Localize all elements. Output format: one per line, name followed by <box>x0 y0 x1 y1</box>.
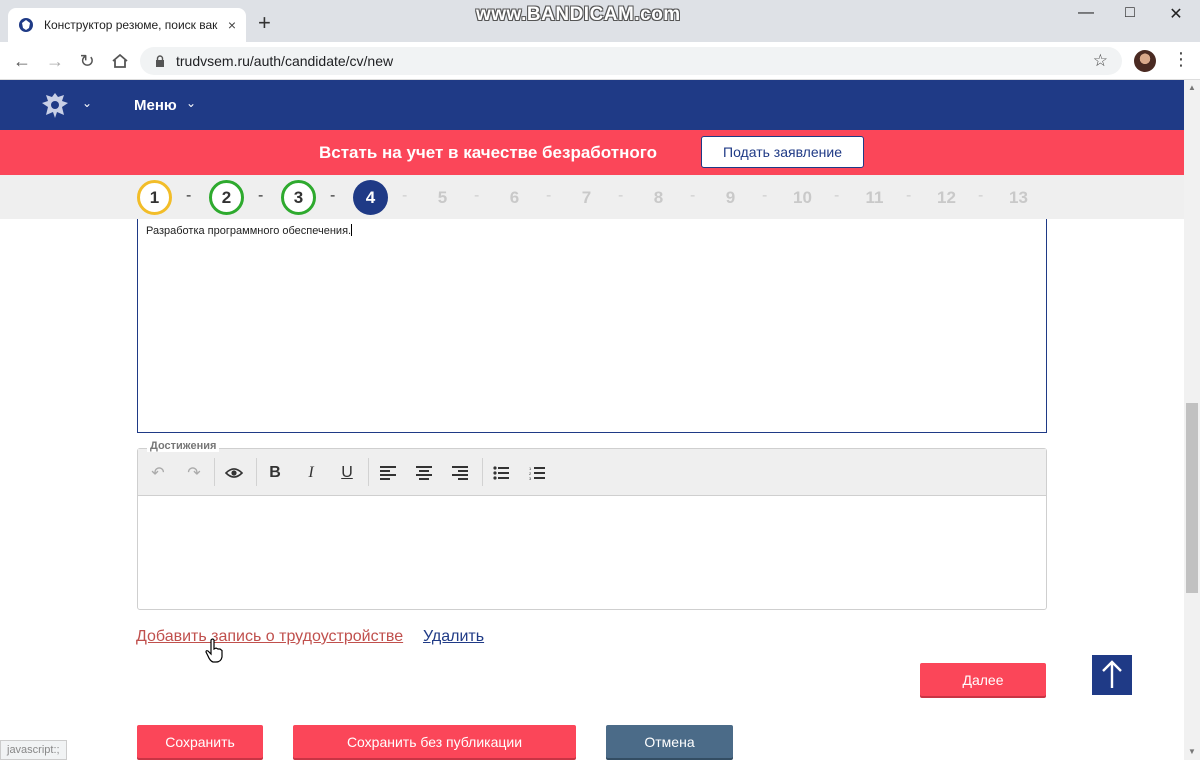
underline-icon[interactable]: U <box>335 461 359 485</box>
lock-icon <box>156 55 164 67</box>
step-separator: - <box>402 187 408 204</box>
page-scrollbar[interactable]: ▲ ▼ <box>1184 80 1200 760</box>
bulleted-list-icon[interactable] <box>489 461 513 485</box>
italic-icon[interactable]: I <box>299 461 323 485</box>
url-text: trudvsem.ru/auth/candidate/cv/new <box>176 53 394 69</box>
submit-application-button[interactable]: Подать заявление <box>701 136 864 168</box>
emblem-icon[interactable] <box>40 91 70 119</box>
menu-button[interactable]: Меню <box>134 97 177 114</box>
maximize-icon[interactable]: □ <box>1110 4 1150 22</box>
steps-progress: 1-2-3-4-5-6-7-8-9-10-11-12-13 <box>0 175 1184 219</box>
preview-eye-icon[interactable] <box>222 461 246 485</box>
cancel-button[interactable]: Отмена <box>606 725 733 758</box>
toolbar-divider <box>368 458 369 486</box>
tab-title: Конструктор резюме, поиск вак <box>44 18 218 32</box>
achievements-input[interactable] <box>138 497 1046 609</box>
step-separator: - <box>762 187 768 204</box>
step-10: 10 <box>793 187 812 207</box>
step-2[interactable]: 2 <box>209 180 244 215</box>
address-bar[interactable]: trudvsem.ru/auth/candidate/cv/new ☆ <box>140 47 1122 75</box>
chevron-down-icon[interactable]: ⌄ <box>82 96 92 110</box>
step-9: 9 <box>725 187 736 207</box>
align-center-icon[interactable] <box>412 461 436 485</box>
step-separator: - <box>690 187 696 204</box>
browser-toolbar: ← → ↻ trudvsem.ru/auth/candidate/cv/new … <box>0 42 1200 80</box>
step-12: 12 <box>937 187 956 207</box>
scroll-up-icon[interactable]: ▲ <box>1184 80 1200 96</box>
toolbar-divider <box>482 458 483 486</box>
minimize-icon[interactable]: — <box>1066 4 1106 22</box>
step-separator: - <box>618 187 624 204</box>
close-window-icon[interactable]: ✕ <box>1156 4 1196 24</box>
chevron-down-icon[interactable]: ⌄ <box>186 96 196 110</box>
watermark-text: www.BANDICAM.com <box>476 4 681 25</box>
banner-text: Встать на учет в качестве безработного <box>319 143 657 162</box>
step-6: 6 <box>509 187 520 207</box>
step-separator: - <box>978 187 984 204</box>
duties-textarea[interactable]: Разработка программного обеспечения. <box>137 219 1047 433</box>
toolbar-divider <box>256 458 257 486</box>
kebab-icon[interactable]: ⋮ <box>1172 50 1190 68</box>
forward-icon[interactable]: → <box>43 50 67 72</box>
undo-icon[interactable]: ↶ <box>146 461 170 485</box>
text-caret <box>351 224 353 236</box>
step-8: 8 <box>653 187 664 207</box>
browser-titlebar: Конструктор резюме, поиск вак × + www.BA… <box>0 0 1200 42</box>
reload-icon[interactable]: ↻ <box>75 50 99 72</box>
editor-toolbar: ↶ ↷ B I U 123 <box>138 449 1046 496</box>
save-unpublished-button[interactable]: Сохранить без публикации <box>293 725 576 758</box>
status-bar-url: javascript:; <box>0 740 67 760</box>
scroll-down-icon[interactable]: ▼ <box>1184 744 1200 760</box>
home-icon[interactable] <box>108 53 132 69</box>
step-3[interactable]: 3 <box>281 180 316 215</box>
bold-icon[interactable]: B <box>263 461 287 485</box>
step-separator: - <box>474 187 480 204</box>
site-header: ⌄ Меню ⌄ <box>0 80 1184 130</box>
step-11: 11 <box>865 187 884 207</box>
arrow-up-icon <box>1102 660 1122 688</box>
achievements-editor: ↶ ↷ B I U 123 <box>137 448 1047 610</box>
scroll-to-top-button[interactable] <box>1092 655 1132 695</box>
scrollbar-thumb[interactable] <box>1186 403 1198 593</box>
step-7: 7 <box>581 187 592 207</box>
step-separator: - <box>186 187 192 204</box>
hand-cursor-icon <box>205 638 223 663</box>
duties-text: Разработка программного обеспечения. <box>146 224 353 237</box>
unemployment-banner: Встать на учет в качестве безработного П… <box>0 130 1184 175</box>
delete-link[interactable]: Удалить <box>423 628 484 646</box>
new-tab-button[interactable]: + <box>258 12 271 34</box>
step-separator: - <box>906 187 912 204</box>
svg-text:3: 3 <box>529 476 532 480</box>
step-4[interactable]: 4 <box>353 180 388 215</box>
browser-tab[interactable]: Конструктор резюме, поиск вак × <box>8 8 246 42</box>
next-button[interactable]: Далее <box>920 663 1046 696</box>
profile-avatar[interactable] <box>1134 50 1156 72</box>
emblem-favicon-icon <box>19 18 33 32</box>
achievements-legend: Достижения <box>147 440 220 452</box>
step-5: 5 <box>437 187 448 207</box>
step-13: 13 <box>1009 187 1028 207</box>
numbered-list-icon[interactable]: 123 <box>525 461 549 485</box>
star-icon[interactable]: ☆ <box>1093 51 1108 71</box>
add-employment-record-link[interactable]: Добавить запись о трудоустройстве <box>136 628 403 646</box>
toolbar-divider <box>214 458 215 486</box>
tab-close-icon[interactable]: × <box>228 17 236 33</box>
align-right-icon[interactable] <box>448 461 472 485</box>
step-separator: - <box>330 187 336 204</box>
save-button[interactable]: Сохранить <box>137 725 263 758</box>
align-left-icon[interactable] <box>376 461 400 485</box>
step-separator: - <box>834 187 840 204</box>
back-icon[interactable]: ← <box>10 50 34 72</box>
step-separator: - <box>258 187 264 204</box>
redo-icon[interactable]: ↷ <box>182 461 206 485</box>
step-1[interactable]: 1 <box>137 180 172 215</box>
step-separator: - <box>546 187 552 204</box>
